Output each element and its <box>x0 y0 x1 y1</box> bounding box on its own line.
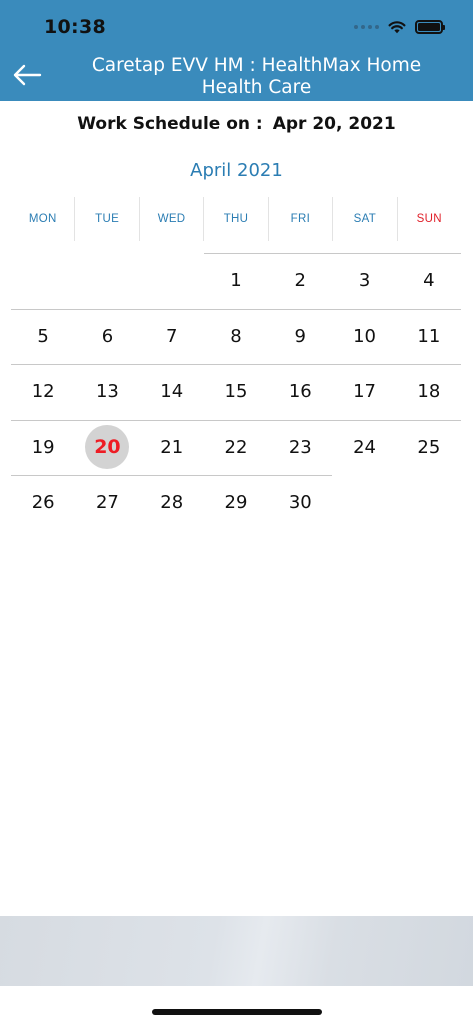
calendar-day[interactable]: 9 <box>268 309 332 365</box>
calendar-empty-cell <box>332 475 396 531</box>
calendar-day[interactable]: 6 <box>75 309 139 365</box>
calendar-day[interactable]: 8 <box>204 309 268 365</box>
calendar-day[interactable]: 29 <box>204 475 268 531</box>
calendar-grid: 1 2 3 4 5 6 7 8 9 10 11 12 13 14 15 16 17 18 19 20 21 22 23 24 2… <box>11 253 461 531</box>
calendar-day[interactable]: 22 <box>204 420 268 476</box>
calendar-month-title: April 2021 <box>190 160 283 181</box>
weekday-wed: WED <box>140 197 205 241</box>
calendar-week-row: 1234 <box>11 253 461 309</box>
calendar-empty-cell <box>75 253 139 309</box>
calendar-day[interactable]: 26 <box>11 475 75 531</box>
weekday-fri: FRI <box>269 197 334 241</box>
calendar-day[interactable]: 21 <box>140 420 204 476</box>
calendar-day[interactable]: 16 <box>268 364 332 420</box>
app-header: 10:38 Caretap EVV HM : HealthMax Home He… <box>0 0 473 101</box>
weekday-header: MON TUE WED THU FRI SAT SUN <box>11 197 461 241</box>
weekday-mon: MON <box>11 197 76 241</box>
cellular-signal-icon <box>354 25 379 29</box>
calendar-day[interactable]: 27 <box>75 475 139 531</box>
calendar-week-row: 5 6 7 8 9 10 11 <box>11 308 461 365</box>
calendar-day[interactable]: 23 <box>268 420 332 476</box>
calendar-day[interactable]: 17 <box>332 364 396 420</box>
calendar-empty-cell <box>11 253 75 309</box>
calendar-empty-cell <box>140 253 204 309</box>
work-schedule-heading: Work Schedule on : Apr 20, 2021 <box>0 114 473 134</box>
selected-day-label: 20 <box>85 425 130 470</box>
weekday-thu: THU <box>204 197 269 241</box>
weekday-sun: SUN <box>416 213 442 225</box>
arrow-left-icon <box>13 64 42 86</box>
calendar-day[interactable]: 11 <box>397 309 461 365</box>
calendar-day[interactable]: 14 <box>140 364 204 420</box>
calendar-day-selected[interactable]: 20 <box>75 420 139 476</box>
calendar-day[interactable]: 18 <box>397 364 461 420</box>
calendar-day[interactable]: 30 <box>268 475 332 531</box>
calendar-day[interactable]: 13 <box>75 364 139 420</box>
weekday-tue: TUE <box>75 197 140 241</box>
calendar-day[interactable]: 10 <box>332 309 396 365</box>
calendar-day[interactable]: 1 <box>204 253 268 309</box>
calendar-day[interactable]: 3 <box>332 253 396 309</box>
calendar-day[interactable]: 5 <box>11 309 75 365</box>
calendar-week-row: 26 27 28 29 30 <box>11 475 461 531</box>
calendar-week-row: 19 20 21 22 23 24 25 <box>11 419 461 476</box>
footer-bar <box>0 916 473 986</box>
back-button[interactable] <box>10 60 44 90</box>
calendar-day[interactable]: 7 <box>140 309 204 365</box>
calendar-empty-cell <box>397 475 461 531</box>
status-time: 10:38 <box>44 16 106 38</box>
calendar-day[interactable]: 15 <box>204 364 268 420</box>
calendar-week-row: 12 13 14 15 16 17 18 <box>11 364 461 420</box>
status-icons <box>354 17 445 37</box>
calendar-day[interactable]: 12 <box>11 364 75 420</box>
calendar-day[interactable]: 24 <box>332 420 396 476</box>
home-indicator <box>152 1009 322 1015</box>
weekday-sat: SAT <box>333 197 398 241</box>
work-schedule-date: Apr 20, 2021 <box>272 114 396 134</box>
calendar-day[interactable]: 2 <box>268 253 332 309</box>
page-title: Caretap EVV HM : HealthMax Home Health C… <box>91 55 422 98</box>
calendar-day[interactable]: 25 <box>397 420 461 476</box>
calendar-day[interactable]: 19 <box>11 420 75 476</box>
calendar-day[interactable]: 4 <box>397 253 461 309</box>
calendar-day[interactable]: 28 <box>140 475 204 531</box>
battery-icon <box>415 20 445 34</box>
work-schedule-label: Work Schedule on : <box>77 114 263 134</box>
wifi-icon <box>388 21 406 34</box>
